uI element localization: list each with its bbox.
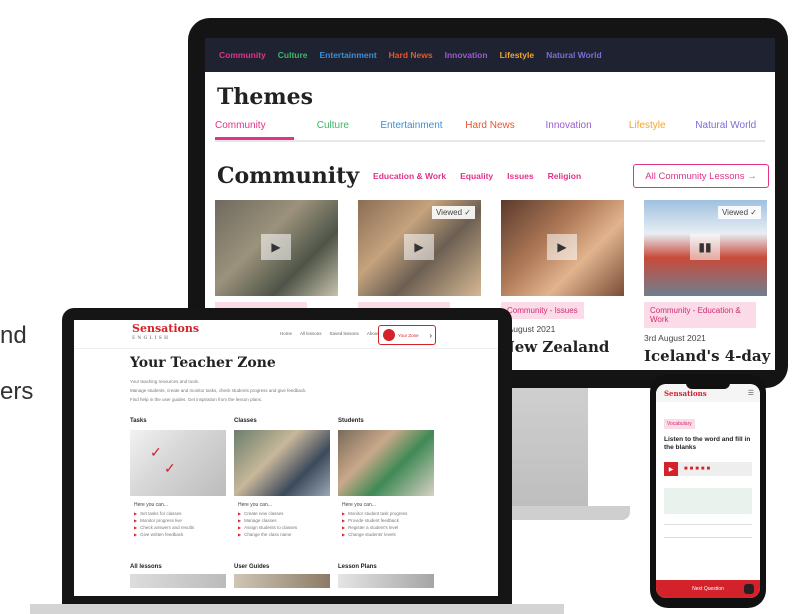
nav-hard-news[interactable]: Hard News xyxy=(389,50,433,60)
video-icon: ▶ xyxy=(261,234,291,260)
zone-card-user-guides[interactable]: User Guides xyxy=(234,564,330,588)
tasks-image: ✓ ✓ xyxy=(130,430,226,496)
top-nav: Community Culture Entertainment Hard New… xyxy=(205,38,775,72)
letter-blanks[interactable]: ■■■■■ xyxy=(684,466,712,472)
lesson-date: 3rd August 2021 xyxy=(644,333,706,343)
tab-entertainment[interactable]: Entertainment xyxy=(372,118,451,140)
zone-card-tasks[interactable]: Tasks ✓ ✓ Here you can... Set tasks for … xyxy=(130,418,226,539)
nav-all-lessons[interactable]: All lessons xyxy=(300,331,322,336)
subtopic-religion[interactable]: Religion xyxy=(548,171,582,181)
tab-lifestyle[interactable]: Lifestyle xyxy=(608,118,687,140)
audio-player[interactable]: ▶ ■■■■■ xyxy=(664,462,752,476)
teacher-zone-desc: Your teaching resources and tools. xyxy=(130,379,200,384)
zone-card-all-lessons[interactable]: All lessons xyxy=(130,564,226,588)
nav-natural-world[interactable]: Natural World xyxy=(546,50,602,60)
video-icon: ▶ xyxy=(547,234,577,260)
tab-community[interactable]: Community xyxy=(215,118,294,140)
tab-hard-news[interactable]: Hard News xyxy=(451,118,530,140)
lesson-title: New Zealand xyxy=(501,338,610,356)
viewed-badge: Viewed ✓ xyxy=(431,206,475,219)
lesson-thumbnail: Viewed ✓ ▮▮ xyxy=(644,200,767,296)
lesson-card[interactable]: Viewed ✓ ▮▮ Community - Education & Work… xyxy=(644,200,771,365)
zone-cards-row-2: All lessons User Guides Lesson Plans xyxy=(130,564,434,588)
account-button[interactable]: Your Zone › xyxy=(378,325,436,345)
lesson-thumbnail: Viewed ✓ ▶ xyxy=(358,200,481,296)
classes-image xyxy=(234,430,330,496)
laptop-nav: Home All lessons Saved lessons About xyxy=(280,331,379,336)
side-text-line-1: nd xyxy=(0,322,27,349)
lesson-thumbnail: ▶ xyxy=(215,200,338,296)
tab-natural-world[interactable]: Natural World xyxy=(686,118,765,140)
lesson-thumbnail: ▶ xyxy=(501,200,624,296)
teacher-zone-desc: Find help in the user guides. Get inspir… xyxy=(130,397,263,402)
next-question-button[interactable]: Next Question xyxy=(656,580,760,598)
menu-icon[interactable]: ☰ xyxy=(748,389,754,397)
all-community-lessons-button[interactable]: All Community Lessons → xyxy=(633,164,769,188)
zone-cards: Tasks ✓ ✓ Here you can... Set tasks for … xyxy=(130,418,434,539)
subtopic-education-work[interactable]: Education & Work xyxy=(373,171,446,181)
keyboard-row[interactable] xyxy=(664,524,752,538)
nav-lifestyle[interactable]: Lifestyle xyxy=(500,50,535,60)
page-title: Themes xyxy=(217,84,314,110)
theme-tabs: Community Culture Entertainment Hard New… xyxy=(215,118,765,142)
section-title: Community xyxy=(217,163,360,189)
subtopic-equality[interactable]: Equality xyxy=(460,171,493,181)
vocabulary-badge: Vocabulary xyxy=(664,419,695,429)
zone-card-lesson-plans[interactable]: Lesson Plans xyxy=(338,564,434,588)
side-text-line-2: ers xyxy=(0,378,34,405)
nav-community[interactable]: Community xyxy=(219,50,266,60)
laptop-screen: Sensations ENGLISH Home All lessons Saved… xyxy=(74,320,498,596)
subtopic-issues[interactable]: Issues xyxy=(507,171,533,181)
chat-icon[interactable] xyxy=(744,584,754,594)
teacher-zone-title: Your Teacher Zone xyxy=(130,355,276,371)
tab-culture[interactable]: Culture xyxy=(294,118,373,140)
lesson-title: Iceland's 4-day xyxy=(644,347,771,365)
video-icon: ▶ xyxy=(404,234,434,260)
answer-area[interactable] xyxy=(664,488,752,514)
viewed-badge: Viewed ✓ xyxy=(717,206,761,219)
lesson-card[interactable]: ▶ Community - Issues 3 August 2021 New Z… xyxy=(501,200,624,365)
laptop-header: Sensations ENGLISH Home All lessons Saved… xyxy=(74,320,498,349)
zone-card-classes[interactable]: Classes Here you can... Create new class… xyxy=(234,418,330,539)
phone-screen: Sensations ☰ Vocabulary Listen to the wo… xyxy=(656,384,760,598)
play-icon[interactable]: ▶ xyxy=(664,462,678,476)
nav-home[interactable]: Home xyxy=(280,331,292,336)
teacher-zone-desc: Manage students, create and monitor task… xyxy=(130,388,307,393)
brand-logo[interactable]: Sensations ENGLISH xyxy=(132,323,199,344)
nav-about[interactable]: About xyxy=(367,331,379,336)
chevron-right-icon: › xyxy=(429,330,432,340)
lesson-date: 3 August 2021 xyxy=(501,324,556,334)
phone-logo[interactable]: Sensations xyxy=(664,389,707,398)
zone-card-students[interactable]: Students Here you can... Monitor student… xyxy=(338,418,434,539)
students-image xyxy=(338,430,434,496)
nav-saved-lessons[interactable]: Saved lessons xyxy=(330,331,359,336)
phone-notch xyxy=(686,380,730,389)
tab-innovation[interactable]: Innovation xyxy=(529,118,608,140)
lesson-tag: Community - Issues xyxy=(501,302,584,319)
lesson-tag: Community - Education & Work xyxy=(644,302,756,328)
exercise-prompt: Listen to the word and fill in the blank… xyxy=(664,436,751,451)
nav-culture[interactable]: Culture xyxy=(278,50,308,60)
nav-entertainment[interactable]: Entertainment xyxy=(320,50,377,60)
book-icon: ▮▮ xyxy=(690,234,720,260)
laptop-base xyxy=(30,604,564,614)
nav-innovation[interactable]: Innovation xyxy=(445,50,488,60)
avatar xyxy=(383,329,395,341)
